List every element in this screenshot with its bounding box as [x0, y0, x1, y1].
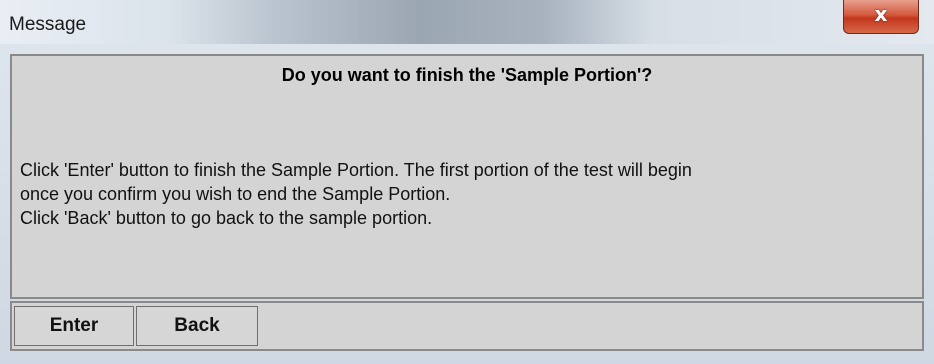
message-dialog-window: Message x Do you want to finish the 'Sam… [0, 0, 934, 364]
window-title: Message [9, 14, 87, 35]
message-panel: Do you want to finish the 'Sample Portio… [10, 54, 924, 299]
message-line: once you confirm you wish to end the Sam… [20, 184, 451, 204]
close-icon: x [874, 2, 888, 26]
button-bar: Enter Back [10, 301, 924, 351]
close-button[interactable]: x [843, 0, 919, 34]
dialog-heading: Do you want to finish the 'Sample Portio… [281, 65, 653, 85]
message-line: Click 'Enter' button to finish the Sampl… [20, 160, 692, 180]
message-line: Click 'Back' button to go back to the sa… [20, 208, 433, 228]
enter-button[interactable]: Enter [14, 306, 134, 346]
dialog-message: Click 'Enter' button to finish the Sampl… [20, 158, 916, 230]
back-button[interactable]: Back [136, 306, 258, 346]
title-bar[interactable]: Message x [0, 0, 934, 44]
